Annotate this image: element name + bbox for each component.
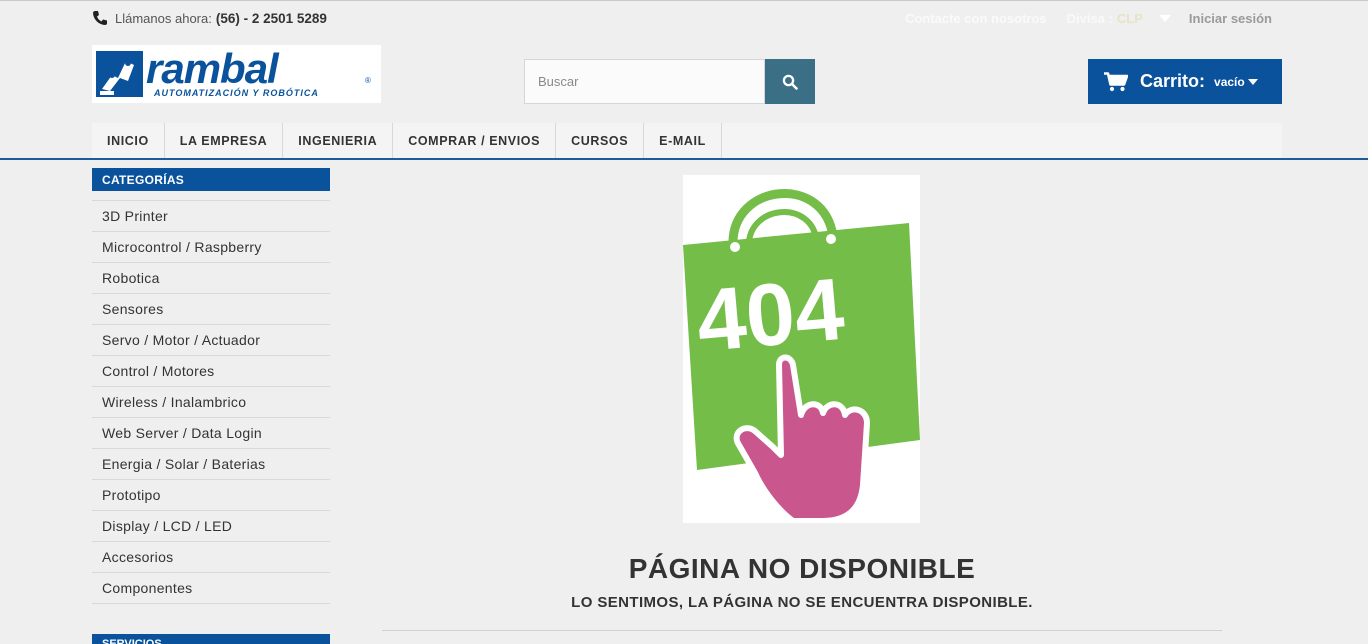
cart-label: Carrito: [1140,71,1206,91]
top-bar: Llámanos ahora: (56) - 2 2501 5289 Conta… [0,0,1368,38]
category-item[interactable]: Web Server / Data Login [92,418,330,449]
sidebar: CATEGORÍAS 3D Printer Microcontrol / Ras… [92,168,330,644]
category-item[interactable]: Energia / Solar / Baterias [92,449,330,480]
chevron-down-icon [1247,78,1258,85]
login-link[interactable]: Iniciar sesión [1189,11,1272,26]
category-item[interactable]: Sensores [92,294,330,325]
svg-text:®: ® [365,76,371,85]
phone-number[interactable]: (56) - 2 2501 5289 [216,11,327,26]
phone-icon [93,11,107,25]
logo-tagline: AUTOMATIZACIÓN Y ROBÓTICA [153,87,319,98]
search-icon [782,74,798,90]
page-subtitle: LO SENTIMOS, LA PÁGINA NO SE ENCUENTRA D… [571,594,1033,611]
nav-item-email[interactable]: E-MAIL [644,123,722,158]
nav-divider [0,158,1368,160]
currency-value[interactable]: CLP [1117,11,1143,26]
call-label: Llámanos ahora: [115,10,212,26]
phone-info: Llámanos ahora: (56) - 2 2501 5289 [92,10,327,26]
nav-item-inicio[interactable]: INICIO [92,123,165,158]
search-input[interactable] [524,59,765,104]
contact-link[interactable]: Contacte con nosotros [905,11,1047,26]
category-item[interactable]: Componentes [92,573,330,604]
currency-dropdown-icon[interactable] [1158,15,1171,22]
category-item[interactable]: Display / LCD / LED [92,511,330,542]
top-right-links: Contacte con nosotros Divisa : CLP Inici… [905,11,1272,26]
category-item[interactable]: Servo / Motor / Actuador [92,325,330,356]
main-nav: INICIO LA EMPRESA INGENIERIA COMPRAR / E… [92,123,1282,158]
logo-brand: rambal [146,45,280,92]
nav-item-ingenieria[interactable]: INGENIERIA [283,123,394,158]
search-button[interactable] [765,59,815,104]
services-heading: SERVICIOS [92,634,330,644]
category-item[interactable]: Accesorios [92,542,330,573]
nav-item-cursos[interactable]: CURSOS [556,123,645,158]
cart-icon [1104,71,1128,91]
page-title: PÁGINA NO DISPONIBLE [628,553,976,584]
nav-item-la-empresa[interactable]: LA EMPRESA [165,123,284,158]
category-item[interactable]: Wireless / Inalambrico [92,387,330,418]
category-item[interactable]: Robotica [92,263,330,294]
content-divider [382,630,1222,631]
error-code: 404 [693,259,848,370]
search-bar [524,59,815,104]
cart-status: vacío [1214,74,1245,89]
category-item[interactable]: Microcontrol / Raspberry [92,232,330,263]
category-list: 3D Printer Microcontrol / Raspberry Robo… [92,200,330,604]
logo[interactable]: rambal ® AUTOMATIZACIÓN Y ROBÓTICA [92,45,381,103]
nav-item-comprar-envios[interactable]: COMPRAR / ENVIOS [393,123,557,158]
currency-label: Divisa : [1066,11,1113,26]
error-404-illustration: 404 [683,175,920,524]
categories-heading: CATEGORÍAS [92,168,330,191]
category-item[interactable]: Control / Motores [92,356,330,387]
category-item[interactable]: Prototipo [92,480,330,511]
category-item[interactable]: 3D Printer [92,201,330,232]
cart-button[interactable]: Carrito: vacío [1088,59,1282,104]
